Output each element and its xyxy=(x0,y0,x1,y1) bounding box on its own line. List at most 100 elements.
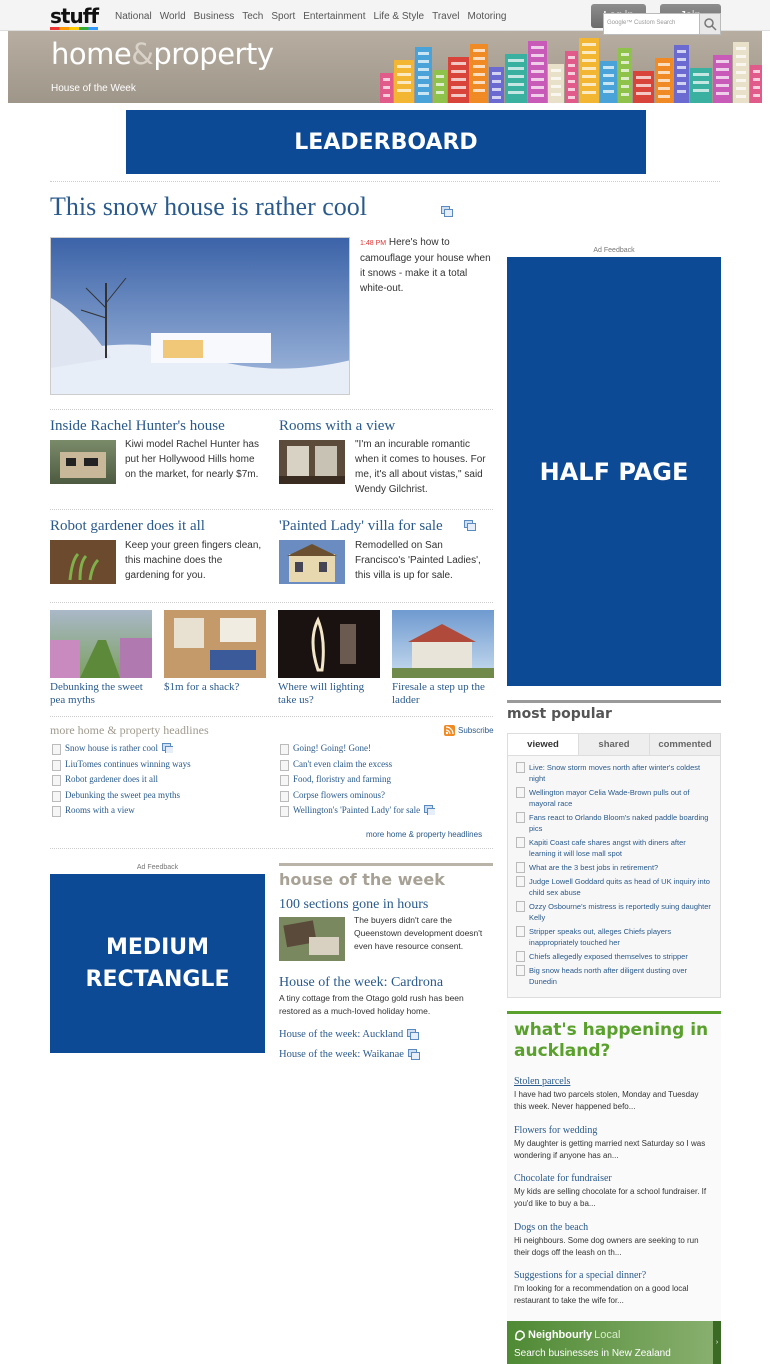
leaderboard-ad[interactable]: LEADERBOARD xyxy=(126,110,646,174)
house-window xyxy=(753,78,760,81)
happening-item-title[interactable]: Suggestions for a special dinner? xyxy=(514,1270,713,1281)
article-icon xyxy=(516,901,525,912)
article-icon xyxy=(516,951,525,962)
story-title[interactable]: Rooms with a view xyxy=(279,418,395,435)
article-icon xyxy=(52,806,61,817)
half-page-ad[interactable]: HALF PAGE xyxy=(507,257,721,686)
popular-item[interactable]: Ozzy Osbourne's mistress is reportedly s… xyxy=(516,901,714,923)
headline-item[interactable]: Going! Going! Gone! xyxy=(280,743,495,759)
stuff-logo[interactable]: stuff xyxy=(50,4,99,30)
nav-link-national[interactable]: National xyxy=(115,11,152,22)
ad-feedback-link[interactable]: Ad Feedback xyxy=(50,864,265,871)
how-second-title[interactable]: House of the week: Cardrona xyxy=(279,975,443,991)
story-thumb[interactable] xyxy=(279,440,345,484)
nav-link-sport[interactable]: Sport xyxy=(271,11,295,22)
house-window xyxy=(753,94,760,97)
house-window xyxy=(473,57,485,60)
house-window xyxy=(418,76,429,79)
house-window xyxy=(677,82,686,85)
house-window xyxy=(418,84,429,87)
headline-item[interactable]: Wellington's 'Painted Lady' for sale xyxy=(280,805,495,821)
popular-item[interactable]: What are the 3 best jobs in retirement? xyxy=(516,862,714,873)
section-label[interactable]: House of the Week xyxy=(51,83,136,94)
story-title[interactable]: Inside Rachel Hunter's house xyxy=(50,418,225,435)
tab-viewed[interactable]: viewed xyxy=(508,734,579,755)
nav-link-life-style[interactable]: Life & Style xyxy=(374,11,425,22)
story-thumb[interactable] xyxy=(50,540,116,584)
home-property-logo[interactable]: home&property xyxy=(51,37,274,71)
happening-item-title[interactable]: Chocolate for fundraiser xyxy=(514,1173,713,1184)
happening-item-title[interactable]: Flowers for wedding xyxy=(514,1125,713,1136)
house-window xyxy=(603,90,614,93)
strip-caption[interactable]: Firesale a step up the ladder xyxy=(392,681,494,707)
headline-item[interactable]: LiuTomes continues winning ways xyxy=(52,759,267,775)
strip-image[interactable] xyxy=(392,610,494,678)
article-icon xyxy=(52,775,61,786)
popular-item[interactable]: Kapiti Coast cafe shares angst with dine… xyxy=(516,837,714,859)
article-icon xyxy=(52,790,61,802)
story-thumb[interactable] xyxy=(279,540,345,584)
strip-image[interactable] xyxy=(164,610,266,678)
headline-item[interactable]: Corpse flowers ominous? xyxy=(280,790,495,806)
house-window xyxy=(621,77,629,80)
search-input[interactable]: Google™ Custom Search xyxy=(603,13,701,35)
house-window xyxy=(492,96,501,99)
house-window xyxy=(436,83,444,86)
house-window xyxy=(736,95,746,98)
divider xyxy=(50,181,720,182)
how-lead-title[interactable]: 100 sections gone in hours xyxy=(279,897,428,913)
headline-item[interactable]: Robot gardener does it all xyxy=(52,774,267,790)
headline-item[interactable]: Food, floristry and farming xyxy=(280,774,495,790)
nav-link-tech[interactable]: Tech xyxy=(242,11,263,22)
gallery-icon xyxy=(407,1049,420,1060)
happening-item-title[interactable]: Dogs on the beach xyxy=(514,1222,713,1233)
how-link[interactable]: House of the week: Waikanae xyxy=(279,1049,420,1069)
lead-image[interactable] xyxy=(50,237,350,395)
popular-item[interactable]: Big snow heads north after diligent dust… xyxy=(516,965,714,987)
popular-item[interactable]: Live: Snow storm moves north after winte… xyxy=(516,762,714,784)
story-title[interactable]: Robot gardener does it all xyxy=(50,518,205,535)
nav-link-motoring[interactable]: Motoring xyxy=(468,11,507,22)
house-window xyxy=(531,62,544,65)
popular-item[interactable]: Wellington mayor Celia Wade-Brown pulls … xyxy=(516,787,714,809)
tab-shared[interactable]: shared xyxy=(579,734,650,755)
tab-commented[interactable]: commented xyxy=(650,734,720,755)
strip-image[interactable] xyxy=(278,610,380,678)
story-title[interactable]: 'Painted Lady' villa for sale xyxy=(279,518,443,535)
nav-link-business[interactable]: Business xyxy=(194,11,235,22)
happening-item-title[interactable]: Stolen parcels xyxy=(514,1076,713,1087)
headline-item[interactable]: Can't even claim the excess xyxy=(280,759,495,775)
strip-caption[interactable]: $1m for a shack? xyxy=(164,681,266,694)
popular-item[interactable]: Fans react to Orlando Bloom's naked padd… xyxy=(516,812,714,834)
more-headlines-link[interactable]: more home & property headlines xyxy=(366,830,482,839)
nav-link-travel[interactable]: Travel xyxy=(432,11,459,22)
popular-item[interactable]: Judge Lowell Goddard quits as head of UK… xyxy=(516,876,714,898)
happening-item: Dogs on the beach Hi neighbours. Some do… xyxy=(514,1222,713,1271)
strip-image[interactable] xyxy=(50,610,152,678)
how-lead-text: The buyers didn't care the Queenstown de… xyxy=(354,915,483,951)
search-button[interactable] xyxy=(699,13,721,35)
lead-title[interactable]: This snow house is rather cool xyxy=(50,192,367,222)
headline-item[interactable]: Snow house is rather cool xyxy=(52,743,267,759)
divider xyxy=(50,509,493,510)
story-thumb[interactable] xyxy=(50,440,116,484)
neighbourly-banner[interactable]: Neighbourly Local Search businesses in Ne… xyxy=(507,1321,721,1364)
house-window xyxy=(492,72,501,75)
strip-caption[interactable]: Debunking the sweet pea myths xyxy=(50,681,152,707)
subscribe-link[interactable]: Subscribe xyxy=(444,725,494,736)
nav-link-world[interactable]: World xyxy=(160,11,186,22)
popular-item[interactable]: Chiefs allegedly exposed themselves to s… xyxy=(516,951,714,962)
how-lead-thumb[interactable] xyxy=(279,917,345,961)
popular-item[interactable]: Stripper speaks out, alleges Chiefs play… xyxy=(516,926,714,948)
headline-item[interactable]: Debunking the sweet pea myths xyxy=(52,790,267,806)
how-link[interactable]: House of the week: Auckland xyxy=(279,1029,420,1049)
house-window xyxy=(551,77,561,80)
ad-feedback-link[interactable]: Ad Feedback xyxy=(507,247,721,254)
medium-rectangle-ad[interactable]: MEDIUM RECTANGLE xyxy=(50,874,265,1053)
house-window xyxy=(621,61,629,64)
headline-item[interactable]: Rooms with a view xyxy=(52,805,267,821)
happening-item-text: I have had two parcels stolen, Monday an… xyxy=(514,1090,699,1111)
nav-link-entertainment[interactable]: Entertainment xyxy=(303,11,365,22)
section-header: home&property House of the Week xyxy=(8,31,762,103)
strip-caption[interactable]: Where will lighting take us? xyxy=(278,681,380,707)
